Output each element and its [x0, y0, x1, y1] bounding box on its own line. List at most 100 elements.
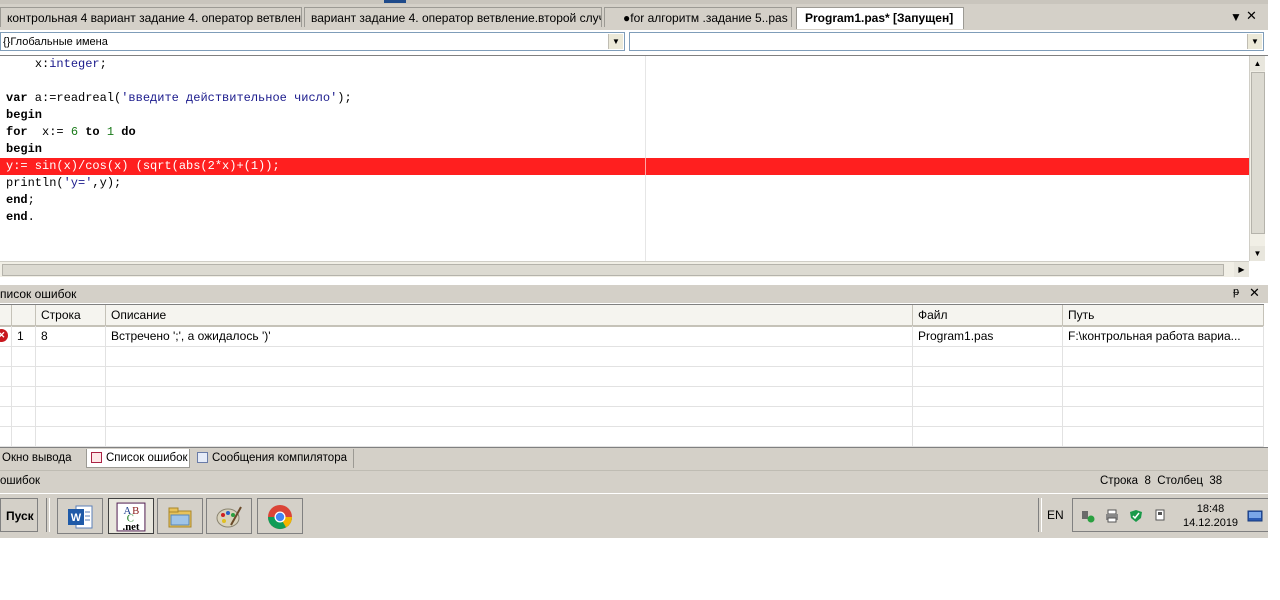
- line-label: Строка: [1100, 475, 1139, 487]
- error-list-icon: [91, 452, 102, 464]
- editor-vertical-scrollbar[interactable]: ▲ ▼: [1249, 56, 1265, 261]
- pin-icon[interactable]: ᵽ: [1233, 286, 1239, 298]
- network-icon[interactable]: [1081, 509, 1095, 523]
- members-combo[interactable]: ▼: [629, 32, 1264, 51]
- empty-cell: [1063, 346, 1264, 366]
- status-bar: ошибок Строка 8 Столбец 38: [0, 470, 1268, 494]
- close-panel-icon[interactable]: ✕: [1249, 285, 1260, 301]
- code-line: var a:=readreal('введите действительное …: [6, 90, 352, 107]
- word-icon: W: [68, 505, 93, 529]
- file-explorer-icon: [168, 507, 192, 528]
- col-header-num[interactable]: [12, 305, 36, 325]
- close-tab-icon[interactable]: ✕: [1246, 8, 1257, 24]
- editor-horizontal-scrollbar[interactable]: ▶: [0, 261, 1249, 277]
- global-names-combo[interactable]: {}Глобальные имена ▼: [0, 32, 625, 51]
- grid-header: Строка Описание Файл Путь: [0, 305, 1264, 327]
- scroll-thumb[interactable]: [2, 264, 1224, 276]
- empty-cell: [0, 406, 12, 426]
- code-token: ;: [27, 193, 35, 207]
- empty-cell: [12, 366, 36, 386]
- cell-path: F:\контрольная работа вариа...: [1063, 326, 1264, 346]
- printer-icon[interactable]: [1105, 509, 1119, 523]
- empty-cell: [1063, 406, 1264, 426]
- paint-icon: [216, 506, 242, 528]
- code-token: begin: [6, 142, 43, 156]
- error-cell: ✕: [0, 326, 12, 346]
- empty-cell: [36, 346, 106, 366]
- empty-cell: [1063, 366, 1264, 386]
- word-button[interactable]: W: [57, 498, 103, 534]
- tab-control-4[interactable]: контрольная 4 вариант задание 4. операто…: [0, 7, 302, 27]
- explorer-button[interactable]: [157, 498, 203, 534]
- tab-error-list[interactable]: Список ошибок: [86, 449, 190, 468]
- empty-cell: [36, 386, 106, 406]
- code-line: begin: [6, 141, 42, 158]
- empty-cell: [106, 366, 913, 386]
- compiler-messages-icon: [197, 452, 208, 464]
- svg-text:.net: .net: [123, 521, 140, 532]
- chrome-button[interactable]: [257, 498, 303, 534]
- security-shield-icon[interactable]: [1129, 509, 1143, 523]
- col-header-file[interactable]: Файл: [913, 305, 1063, 325]
- code-token: ,y);: [92, 176, 122, 190]
- table-row: [0, 346, 1264, 367]
- clock-time: 18:48: [1196, 503, 1225, 515]
- code-token: integer: [49, 57, 100, 71]
- empty-cell: [913, 386, 1063, 406]
- paint-button[interactable]: [206, 498, 252, 534]
- usb-device-icon[interactable]: [1153, 509, 1167, 523]
- chevron-down-icon[interactable]: ▼: [608, 34, 623, 49]
- tab-for-algorithm[interactable]: ●for алгоритм .задание 5..pas: [604, 7, 792, 27]
- cell-description: Встречено ';', а ожидалось ')': [106, 326, 913, 346]
- code-token: 1: [106, 125, 115, 139]
- code-token: ;: [99, 57, 107, 71]
- cursor-position: Строка 8 Столбец 38: [1100, 475, 1222, 487]
- language-indicator[interactable]: EN: [1047, 508, 1064, 522]
- clock[interactable]: 18:48 14.12.2019: [1183, 502, 1238, 530]
- empty-cell: [0, 366, 12, 386]
- scroll-down-icon[interactable]: ▼: [1250, 246, 1265, 261]
- error-panel-header: писок ошибок ᵽ ✕: [0, 285, 1268, 303]
- tab-compiler-messages[interactable]: Сообщения компилятора: [194, 449, 354, 468]
- start-label: Пуск: [6, 509, 34, 523]
- code-token: a:=readreal(: [27, 91, 122, 105]
- tab-label: Список ошибок: [106, 452, 188, 464]
- pascalabc-net-icon: A B C .net: [116, 502, 146, 532]
- panel-title: писок ошибок: [0, 287, 77, 301]
- col-header-path[interactable]: Путь: [1063, 305, 1264, 325]
- empty-cell: [12, 386, 36, 406]
- empty-cell: [913, 366, 1063, 386]
- status-text: ошибок: [0, 475, 41, 487]
- table-row[interactable]: ✕ 1 8 Встречено ';', а ожидалось ')' Pro…: [0, 326, 1264, 347]
- chevron-down-icon[interactable]: ▼: [1247, 34, 1262, 49]
- scroll-up-icon[interactable]: ▲: [1250, 56, 1265, 71]
- taskbar-divider: [46, 498, 50, 532]
- pascalabc-button[interactable]: A B C .net: [108, 498, 154, 534]
- tab-label: ●for алгоритм .задание 5..pas: [623, 11, 788, 25]
- col-header-description[interactable]: Описание: [106, 305, 913, 325]
- start-button[interactable]: Пуск: [0, 498, 38, 532]
- empty-cell: [106, 386, 913, 406]
- code-line: end;: [6, 192, 35, 209]
- tab-variant-task-4[interactable]: вариант задание 4. оператор ветвление.вт…: [304, 7, 602, 27]
- scroll-right-icon[interactable]: ▶: [1234, 262, 1249, 277]
- tab-output-window[interactable]: Окно вывода: [0, 449, 72, 468]
- tab-list-dropdown-icon[interactable]: ▼: [1230, 9, 1242, 25]
- tab-program1[interactable]: Program1.pas* [Запущен]: [796, 7, 964, 29]
- col-header-icon[interactable]: [0, 305, 12, 325]
- empty-cell: [0, 386, 12, 406]
- code-token: );: [337, 91, 352, 105]
- col-header-line[interactable]: Строка: [36, 305, 106, 325]
- error-line-highlight[interactable]: y:= sin(x)/cos(x) (sqrt(abs(2*x)+(1));: [0, 158, 1249, 175]
- code-token: x:=: [27, 125, 71, 139]
- show-desktop-icon[interactable]: [1247, 509, 1263, 523]
- error-list-grid: Строка Описание Файл Путь ✕ 1 8 Встречен…: [0, 304, 1264, 447]
- code-token: begin: [6, 108, 43, 122]
- scroll-thumb[interactable]: [1251, 72, 1265, 234]
- error-icon: ✕: [0, 329, 8, 342]
- empty-cell: [106, 426, 913, 446]
- clock-date: 14.12.2019: [1183, 517, 1239, 529]
- empty-cell: [36, 406, 106, 426]
- taskbar: Пуск W A B C .net EN 18:48 14.12.2019: [0, 493, 1268, 538]
